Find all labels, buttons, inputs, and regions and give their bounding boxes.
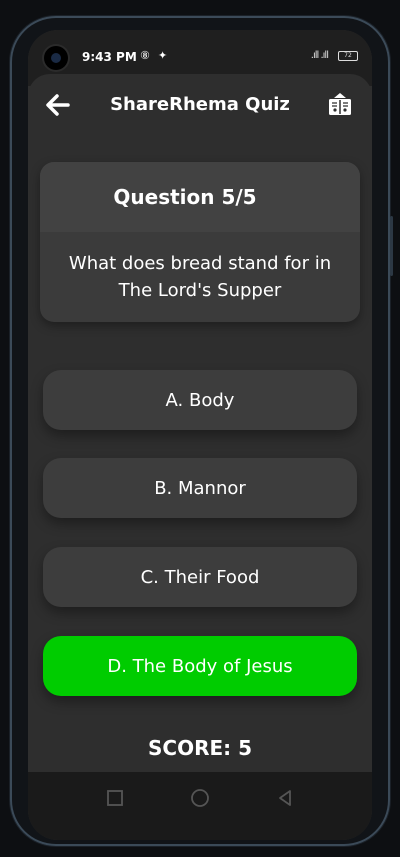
- question-header: Question 5/5: [40, 162, 360, 232]
- question-card: Question 5/5 What does bread stand for i…: [40, 162, 360, 322]
- battery-icon: 72: [338, 51, 358, 61]
- phone-screen: 9:43 PM ⑧ ✦ .ıll .ıll 72 ShareRhema Quiz…: [28, 30, 372, 840]
- notification-icon: ⑧: [140, 49, 150, 62]
- recent-apps-icon[interactable]: [105, 788, 125, 808]
- status-time: 9:43 PM: [82, 50, 137, 64]
- book-logo-icon: [329, 93, 351, 115]
- signal-icon: .ıll .ıll: [310, 50, 329, 61]
- app-bar: ShareRhema Quiz: [28, 74, 372, 136]
- app-icon: ✦: [158, 49, 168, 62]
- home-icon[interactable]: [190, 788, 210, 808]
- answer-option-a[interactable]: A. Body: [43, 370, 357, 430]
- app-title: ShareRhema Quiz: [110, 94, 290, 115]
- answer-option-d[interactable]: D. The Body of Jesus: [43, 636, 357, 696]
- back-nav-icon[interactable]: [275, 788, 295, 808]
- answer-option-c[interactable]: C. Their Food: [43, 547, 357, 607]
- front-camera: [44, 46, 68, 70]
- answer-option-b[interactable]: B. Mannor: [43, 458, 357, 518]
- score-label: SCORE: 5: [147, 736, 253, 760]
- system-nav-bar: [28, 772, 372, 840]
- question-text: What does bread stand for in The Lord's …: [68, 253, 332, 301]
